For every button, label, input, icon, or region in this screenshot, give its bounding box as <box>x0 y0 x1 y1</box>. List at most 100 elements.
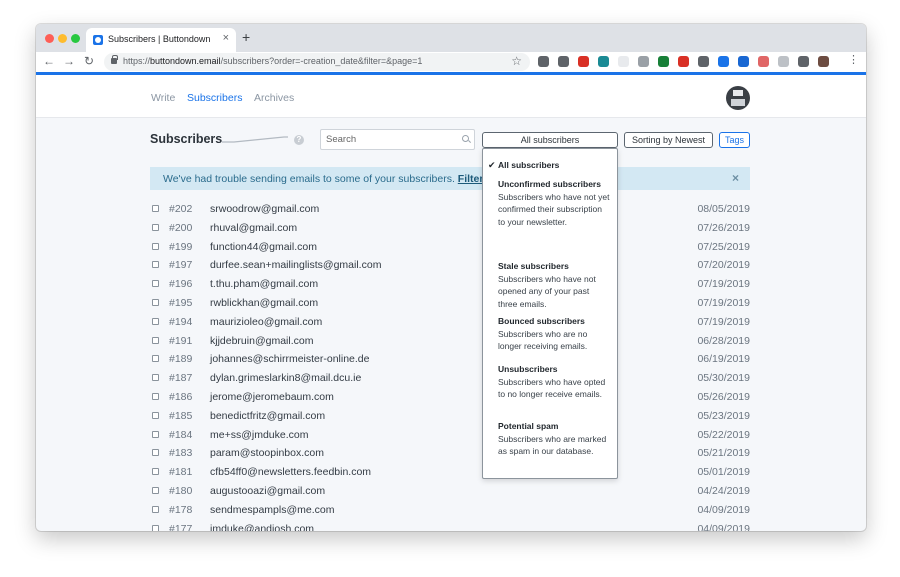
nav-write[interactable]: Write <box>151 92 175 104</box>
subscriber-email[interactable]: rhuval@gmail.com <box>210 222 297 234</box>
row-checkbox[interactable] <box>152 374 159 382</box>
subscriber-email[interactable]: johannes@schirrmeister-online.de <box>210 353 369 365</box>
subscriber-row[interactable]: #185 benedictfritz@gmail.com 05/23/2019 <box>150 408 750 426</box>
subscriber-row[interactable]: #200 rhuval@gmail.com 07/26/2019 <box>150 220 750 238</box>
subscriber-row[interactable]: #178 sendmespampls@me.com 04/09/2019 <box>150 502 750 520</box>
new-tab-button[interactable]: + <box>242 29 250 45</box>
extension-icon[interactable] <box>738 56 749 67</box>
back-button[interactable]: ← <box>42 54 56 68</box>
extension-icon[interactable] <box>698 56 709 67</box>
extension-icon[interactable] <box>538 56 549 67</box>
dropdown-option[interactable]: Stale subscribers Subscribers who have no… <box>498 260 610 310</box>
row-checkbox[interactable] <box>152 223 159 231</box>
row-checkbox[interactable] <box>152 355 159 363</box>
subscriber-row[interactable]: #180 augustooazi@gmail.com 04/24/2019 <box>150 483 750 501</box>
alert-filter-link[interactable]: Filter <box>458 173 484 185</box>
subscriber-email[interactable]: kjjdebruin@gmail.com <box>210 335 313 347</box>
subscriber-row[interactable]: #202 srwoodrow@gmail.com 08/05/2019 <box>150 201 750 219</box>
subscriber-row[interactable]: #187 dylan.grimeslarkin8@mail.dcu.ie 05/30… <box>150 370 750 388</box>
row-checkbox[interactable] <box>152 411 159 419</box>
help-icon[interactable]: ? <box>294 135 304 145</box>
subscriber-email[interactable]: rwblickhan@gmail.com <box>210 297 318 309</box>
address-bar[interactable]: https://buttondown.email/subscribers?ord… <box>104 53 530 71</box>
subscriber-email[interactable]: t.thu.pham@gmail.com <box>210 278 318 290</box>
filter-select[interactable]: All subscribers <box>482 132 618 148</box>
extension-icon[interactable] <box>578 56 589 67</box>
extension-icon[interactable] <box>658 56 669 67</box>
extension-icon[interactable] <box>818 56 829 67</box>
search-input[interactable] <box>320 129 475 150</box>
subscriber-number: #186 <box>169 391 193 403</box>
extension-icon[interactable] <box>798 56 809 67</box>
subscriber-email[interactable]: jmduke@andjosh.com <box>210 523 314 531</box>
subscriber-email[interactable]: function44@gmail.com <box>210 241 317 253</box>
subscriber-row[interactable]: #191 kjjdebruin@gmail.com 06/28/2019 <box>150 333 750 351</box>
subscriber-row[interactable]: #197 durfee.sean+mailinglists@gmail.com 07… <box>150 257 750 275</box>
subscriber-email[interactable]: srwoodrow@gmail.com <box>210 203 319 215</box>
extension-icon[interactable] <box>638 56 649 67</box>
subscriber-row[interactable]: #189 johannes@schirrmeister-online.de 06/1… <box>150 351 750 369</box>
subscriber-row[interactable]: #194 maurizioleo@gmail.com 07/19/2019 <box>150 314 750 332</box>
row-checkbox[interactable] <box>152 299 159 306</box>
row-checkbox[interactable] <box>152 449 159 457</box>
subscriber-email[interactable]: benedictfritz@gmail.com <box>210 410 325 422</box>
extension-icon[interactable] <box>558 56 569 67</box>
subscriber-email[interactable]: maurizioleo@gmail.com <box>210 316 322 328</box>
nav-subscribers[interactable]: Subscribers <box>187 92 242 104</box>
extension-icon[interactable] <box>618 56 629 67</box>
subscriber-email[interactable]: augustooazi@gmail.com <box>210 485 325 497</box>
subscriber-row[interactable]: #183 param@stoopinbox.com 05/21/2019 <box>150 445 750 463</box>
close-icon[interactable]: × <box>732 171 739 185</box>
minimize-window-button[interactable] <box>58 34 67 43</box>
subscriber-email[interactable]: sendmespampls@me.com <box>210 504 334 516</box>
nav-archives[interactable]: Archives <box>254 92 294 104</box>
dropdown-option-all[interactable]: All subscribers <box>498 159 610 172</box>
row-checkbox[interactable] <box>152 487 159 494</box>
extension-icon[interactable] <box>678 56 689 67</box>
reload-button[interactable]: ↻ <box>82 54 96 68</box>
browser-tab[interactable]: Subscribers | Buttondown × <box>86 28 236 52</box>
row-checkbox[interactable] <box>152 524 159 531</box>
subscriber-row[interactable]: #195 rwblickhan@gmail.com 07/19/2019 <box>150 295 750 313</box>
bookmark-star-icon[interactable]: ☆ <box>511 54 522 68</box>
extension-icon[interactable] <box>778 56 789 67</box>
zoom-window-button[interactable] <box>71 34 80 43</box>
row-checkbox[interactable] <box>152 505 159 513</box>
row-checkbox[interactable] <box>152 261 159 269</box>
subscriber-row[interactable]: #184 me+ss@jmduke.com 05/22/2019 <box>150 427 750 445</box>
row-checkbox[interactable] <box>152 242 159 250</box>
tab-close-icon[interactable]: × <box>223 32 229 44</box>
avatar-floppy-icon[interactable] <box>726 86 750 110</box>
sort-button[interactable]: Sorting by Newest <box>624 132 713 148</box>
search-icon[interactable] <box>462 135 469 142</box>
subscriber-row[interactable]: #199 function44@gmail.com 07/25/2019 <box>150 239 750 257</box>
subscriber-email[interactable]: jerome@jeromebaum.com <box>210 391 334 403</box>
subscriber-row[interactable]: #177 jmduke@andjosh.com 04/09/2019 <box>150 521 750 531</box>
close-window-button[interactable] <box>45 34 54 43</box>
extension-icon[interactable] <box>598 56 609 67</box>
dropdown-option[interactable]: Potential spam Subscribers who are marked… <box>498 420 610 458</box>
dropdown-option[interactable]: Bounced subscribers Subscribers who are n… <box>498 315 610 353</box>
subscriber-email[interactable]: param@stoopinbox.com <box>210 447 324 459</box>
tags-button[interactable]: Tags <box>719 132 750 148</box>
subscriber-row[interactable]: #181 cfb54ff0@newsletters.feedbin.com 05/0… <box>150 464 750 482</box>
extension-icon[interactable] <box>758 56 769 67</box>
row-checkbox[interactable] <box>152 280 159 288</box>
subscriber-email[interactable]: me+ss@jmduke.com <box>210 429 308 441</box>
subscriber-email[interactable]: durfee.sean+mailinglists@gmail.com <box>210 259 381 271</box>
row-checkbox[interactable] <box>152 393 159 400</box>
dropdown-option[interactable]: Unsubscribers Subscribers who have opted … <box>498 363 610 401</box>
subscriber-row[interactable]: #196 t.thu.pham@gmail.com 07/19/2019 <box>150 276 750 294</box>
subscriber-email[interactable]: cfb54ff0@newsletters.feedbin.com <box>210 466 371 478</box>
row-checkbox[interactable] <box>152 317 159 325</box>
row-checkbox[interactable] <box>152 336 159 344</box>
browser-menu-icon[interactable]: ⋮ <box>848 55 859 66</box>
row-checkbox[interactable] <box>152 430 159 438</box>
row-checkbox[interactable] <box>152 205 159 212</box>
subscriber-row[interactable]: #186 jerome@jeromebaum.com 05/26/2019 <box>150 389 750 407</box>
dropdown-option[interactable]: Unconfirmed subscribers Subscribers who h… <box>498 178 610 228</box>
subscriber-email[interactable]: dylan.grimeslarkin8@mail.dcu.ie <box>210 372 361 384</box>
row-checkbox[interactable] <box>152 468 159 476</box>
extension-icon[interactable] <box>718 56 729 67</box>
forward-button[interactable]: → <box>62 54 76 68</box>
